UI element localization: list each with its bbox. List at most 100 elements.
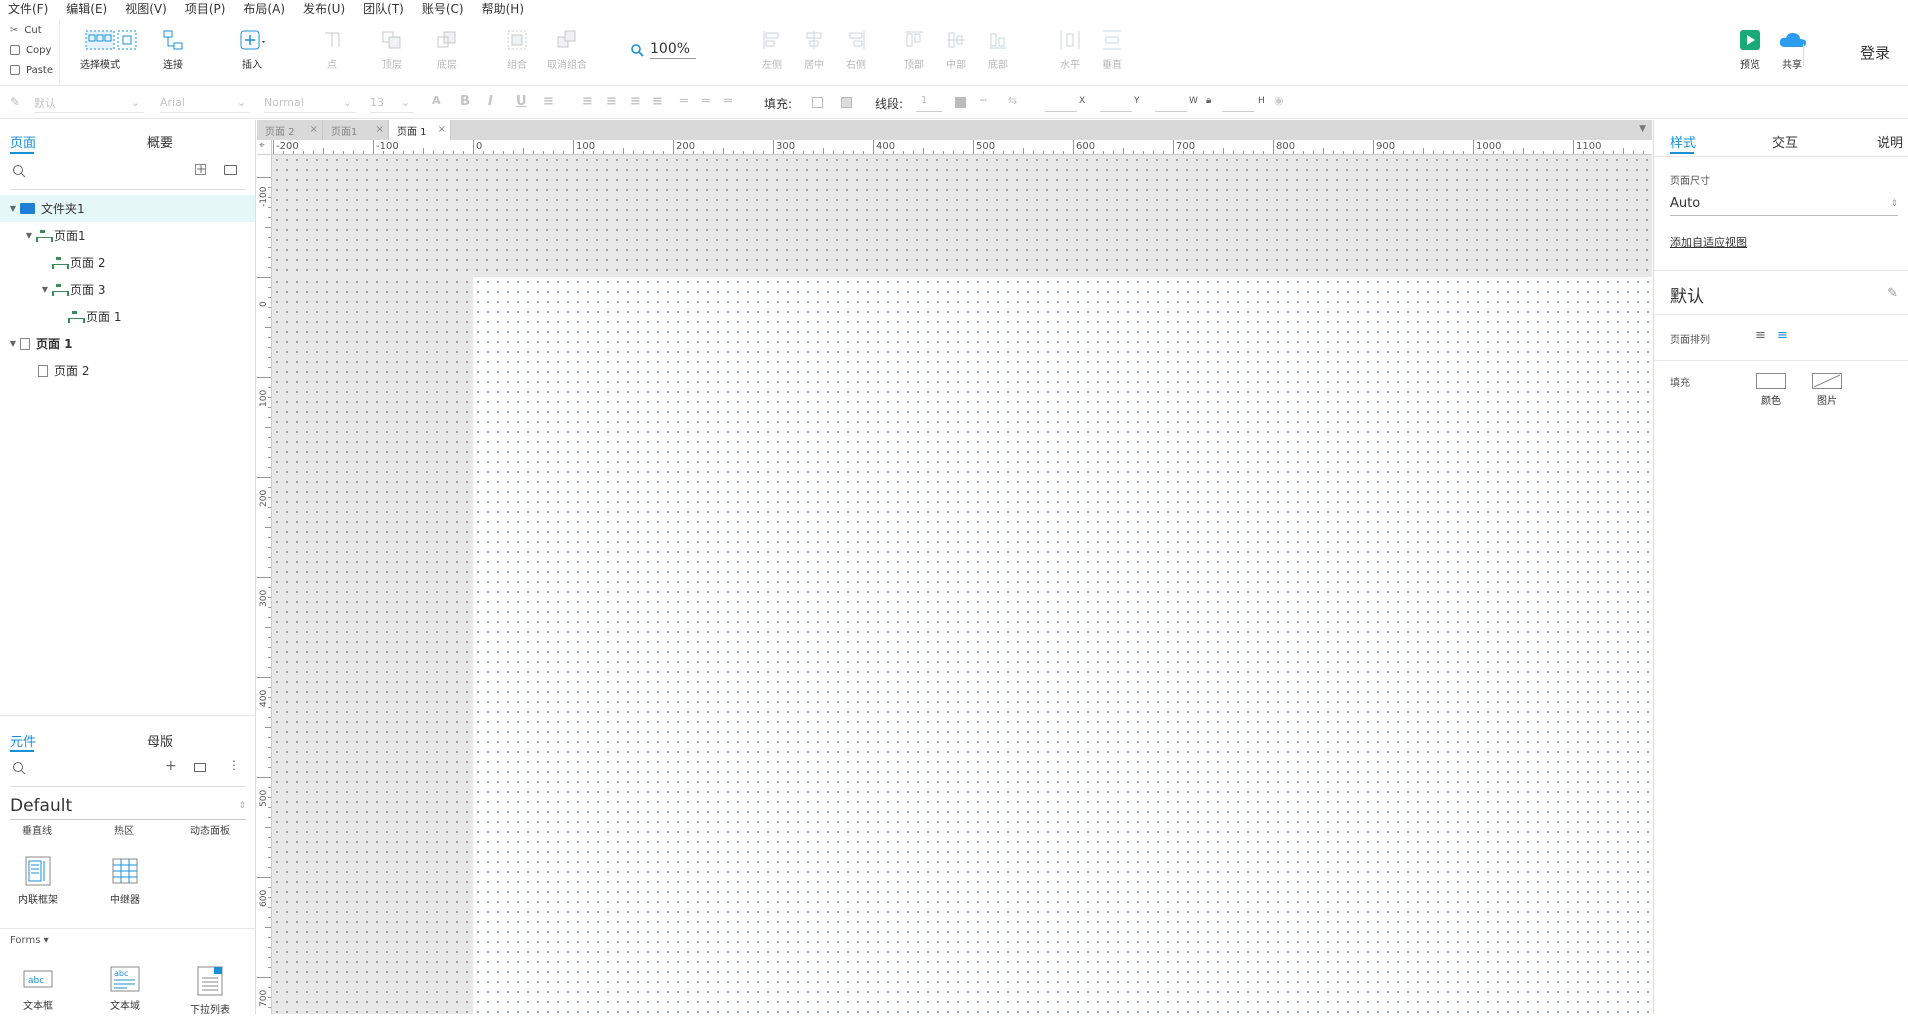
widget-text-field[interactable]: abc 文本框: [3, 965, 73, 1012]
close-icon[interactable]: ×: [310, 124, 318, 135]
copy-button[interactable]: Copy: [0, 40, 59, 60]
menu-project[interactable]: 项目(P): [185, 0, 226, 17]
share-button[interactable]: 共享: [1768, 26, 1816, 71]
paste-button[interactable]: Paste: [0, 60, 59, 80]
stroke-pattern-icon[interactable]: ┅: [980, 94, 987, 107]
arrow-style-icon[interactable]: ⇆: [1008, 94, 1017, 107]
search-icon[interactable]: [12, 164, 26, 181]
tab-widgets[interactable]: 元件: [10, 731, 36, 750]
text-align-left-icon[interactable]: ≡: [582, 94, 593, 109]
tab-pages[interactable]: 页面: [10, 132, 36, 151]
tree-flow-page[interactable]: 页面 2: [0, 249, 255, 276]
text-align-center-icon[interactable]: ≡: [606, 94, 617, 109]
tab-masters[interactable]: 母版: [147, 731, 173, 750]
w-input[interactable]: [1155, 111, 1187, 112]
fill-color-button[interactable]: 颜色: [1754, 373, 1788, 407]
tree-folder-1[interactable]: ▼ 文件夹1: [0, 195, 255, 222]
stroke-width-value[interactable]: 1: [921, 95, 927, 106]
widget-inline-frame[interactable]: 内联框架: [3, 855, 73, 906]
align-right-button[interactable]: 右侧: [826, 26, 886, 71]
valign-bottom-icon[interactable]: ═: [724, 94, 732, 109]
widget-text-area[interactable]: abc 文本域: [90, 965, 160, 1012]
widget-dropdown-list[interactable]: 下拉列表: [175, 965, 245, 1016]
font-family-select[interactable]: Arial ⌄: [160, 93, 250, 113]
menu-file[interactable]: 文件(F): [8, 0, 48, 17]
h-input[interactable]: [1222, 111, 1254, 112]
close-icon[interactable]: ×: [376, 124, 384, 135]
expand-arrow-icon[interactable]: ▼: [6, 339, 20, 348]
valign-top-icon[interactable]: ═: [680, 94, 688, 109]
login-button[interactable]: 登录: [1860, 42, 1890, 63]
menu-help[interactable]: 帮助(H): [482, 0, 524, 17]
italic-icon[interactable]: I: [488, 94, 493, 109]
insert-button[interactable]: 插入: [222, 26, 282, 71]
style-edit-icon[interactable]: ✎: [1887, 286, 1898, 301]
style-edit-icon[interactable]: ✎: [10, 95, 20, 109]
tab-list-dropdown-icon[interactable]: ▼: [1639, 124, 1646, 134]
menu-edit[interactable]: 编辑(E): [66, 0, 107, 17]
ruler-corner[interactable]: ⌖: [257, 140, 272, 155]
forms-section-toggle[interactable]: Forms ▾: [10, 935, 49, 946]
fill-image-button[interactable]: 图片: [1810, 373, 1844, 407]
canvas-tab[interactable]: 页面 2 ×: [257, 120, 323, 140]
valign-middle-icon[interactable]: ═: [702, 94, 710, 109]
menu-team[interactable]: 团队(T): [363, 0, 404, 17]
tree-flow-page[interactable]: 页面 1: [0, 303, 255, 330]
tab-outline[interactable]: 概要: [147, 132, 173, 151]
add-library-icon[interactable]: +: [165, 758, 177, 774]
cut-button[interactable]: ✂ Cut: [0, 20, 59, 40]
stroke-color-swatch[interactable]: [955, 97, 966, 108]
tree-page[interactable]: ▼ 页面 1: [0, 330, 255, 357]
shadow-swatch[interactable]: [841, 97, 852, 108]
fill-color-swatch[interactable]: [812, 97, 823, 108]
expand-arrow-icon[interactable]: ▼: [38, 285, 52, 294]
menu-layout[interactable]: 布局(A): [243, 0, 285, 17]
design-canvas[interactable]: [272, 155, 1652, 1014]
add-adaptive-view-link[interactable]: 添加自适应视图: [1670, 234, 1747, 250]
tab-style[interactable]: 样式: [1670, 132, 1696, 151]
menu-publish[interactable]: 发布(U): [303, 0, 345, 17]
library-select[interactable]: Default ⇕: [10, 792, 246, 820]
expand-arrow-icon[interactable]: ▼: [6, 204, 20, 213]
widget-repeater[interactable]: 中继器: [90, 855, 160, 906]
send-to-back-button[interactable]: 底层: [417, 26, 477, 71]
preview-button[interactable]: 预览: [1726, 26, 1774, 71]
close-icon[interactable]: ×: [438, 124, 446, 135]
font-size-select[interactable]: 13 ⌄: [370, 93, 414, 113]
canvas-tab-active[interactable]: 页面 1 ×: [389, 120, 451, 140]
canvas-tab[interactable]: 页面1 ×: [323, 120, 389, 140]
more-options-icon[interactable]: ⋮: [228, 758, 240, 772]
text-justify-icon[interactable]: ≡: [652, 94, 663, 109]
page-align-center-icon[interactable]: ≡: [1777, 328, 1788, 343]
tab-interactions[interactable]: 交互: [1772, 132, 1798, 151]
bullet-list-icon[interactable]: ≡: [543, 94, 554, 109]
ungroup-button[interactable]: 取消组合: [537, 26, 597, 71]
page-align-left-icon[interactable]: ≡: [1755, 328, 1766, 343]
lock-icon[interactable]: 🔒︎: [1206, 95, 1211, 106]
tree-page[interactable]: 页面 2: [0, 357, 255, 384]
underline-icon[interactable]: U: [516, 94, 527, 109]
page-size-select[interactable]: Auto ⇕: [1670, 192, 1898, 216]
visibility-eye-icon[interactable]: ◉: [1274, 94, 1284, 107]
text-align-right-icon[interactable]: ≡: [630, 94, 641, 109]
expand-arrow-icon[interactable]: ▼: [22, 231, 36, 240]
tree-flow-page[interactable]: ▼ 页面1: [0, 222, 255, 249]
bold-icon[interactable]: B: [460, 94, 470, 109]
connect-button[interactable]: 连接: [143, 26, 203, 71]
library-copy-icon[interactable]: [194, 763, 206, 772]
tab-notes[interactable]: 说明: [1877, 132, 1903, 151]
style-select[interactable]: 默认 ⌄: [34, 93, 144, 113]
tree-flow-page[interactable]: ▼ 页面 3: [0, 276, 255, 303]
menu-view[interactable]: 视图(V): [125, 0, 167, 17]
font-weight-select[interactable]: Normal ⌄: [264, 93, 356, 113]
zoom-control[interactable]: 100%: [630, 40, 697, 60]
select-contained-button[interactable]: [112, 26, 142, 54]
menu-account[interactable]: 账号(C): [422, 0, 464, 17]
add-folder-icon[interactable]: [224, 165, 237, 175]
point-button[interactable]: 点: [302, 26, 362, 71]
distribute-vertical-button[interactable]: 垂直: [1082, 26, 1142, 71]
align-bottom-button[interactable]: 底部: [968, 26, 1028, 71]
add-page-icon[interactable]: +: [195, 163, 206, 175]
font-color-icon[interactable]: A: [432, 94, 441, 107]
search-icon[interactable]: [12, 761, 26, 778]
